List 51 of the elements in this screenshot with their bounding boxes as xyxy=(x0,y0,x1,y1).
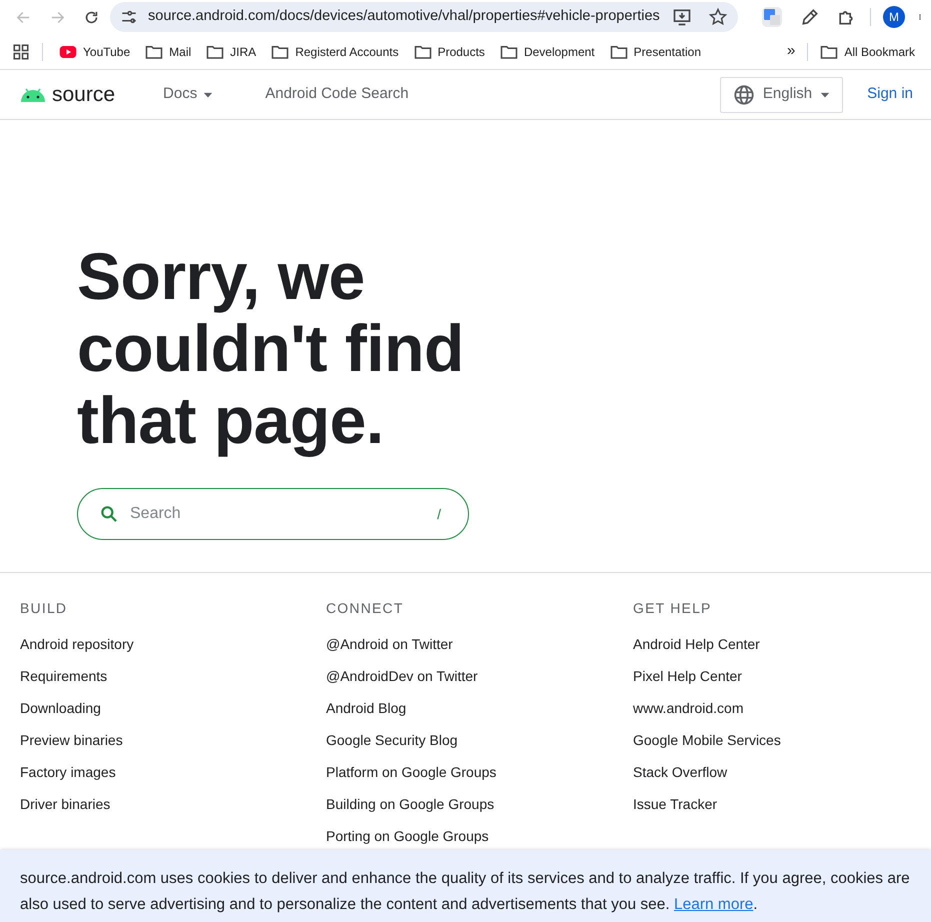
footer-link[interactable]: Factory images xyxy=(20,763,326,781)
all-bookmarks-button[interactable]: All Bookmark xyxy=(816,40,919,62)
footer-link[interactable]: Google Security Blog xyxy=(326,731,633,749)
footer-heading: BUILD xyxy=(20,599,68,618)
footer-link[interactable]: Porting on Google Groups xyxy=(326,827,633,845)
footer-link[interactable]: Requirements xyxy=(20,667,326,685)
bookmark[interactable]: Development xyxy=(496,40,599,62)
bookmarks-overflow-button[interactable]: » xyxy=(782,38,800,65)
footer-link[interactable]: @AndroidDev on Twitter xyxy=(326,667,633,685)
sign-in-link[interactable]: Sign in xyxy=(867,83,913,106)
footer-link[interactable]: www.android.com xyxy=(633,699,931,717)
footer-link[interactable]: Android Help Center xyxy=(633,635,931,653)
pen-icon[interactable] xyxy=(800,7,820,27)
install-icon[interactable] xyxy=(672,7,692,27)
bookmark[interactable]: JIRA xyxy=(202,40,260,62)
language-selector[interactable]: English xyxy=(720,76,844,112)
globe-icon xyxy=(732,84,755,106)
bookmark[interactable]: Products xyxy=(410,40,489,62)
nav-link[interactable]: Docs xyxy=(163,83,214,106)
nav-link[interactable]: Android Code Search xyxy=(265,83,409,106)
site-settings-icon[interactable] xyxy=(120,8,138,26)
footer-link[interactable]: Android repository xyxy=(20,635,326,653)
url-text[interactable]: source.android.com/docs/devices/automotive/vhal/properties#vehicle-properties xyxy=(148,6,662,28)
cookie-notice-text: source.android.com uses cookies to deliver and enhance the quality of its services and to analyze traffic. If you agree, cookies are also used to serve advertising and to personalize the content and advertisements that you see. Learn more. xyxy=(20,869,911,915)
site-logo-text[interactable]: source xyxy=(52,78,116,110)
bookmark[interactable]: Mail xyxy=(141,40,196,62)
footer-link[interactable]: Google Mobile Services xyxy=(633,731,931,749)
apps-grid-icon[interactable] xyxy=(12,42,30,60)
footer-heading: GET HELP xyxy=(633,599,713,618)
footer-heading: CONNECT xyxy=(326,599,405,618)
footer-link[interactable]: Android Blog xyxy=(326,699,633,717)
footer-link[interactable]: Preview binaries xyxy=(20,731,326,749)
address-bar[interactable]: source.android.com/docs/devices/automotive/vhal/properties#vehicle-properties xyxy=(110,2,738,32)
footer-link[interactable]: Stack Overflow xyxy=(633,763,931,781)
bookmark[interactable]: YouTube xyxy=(55,40,134,62)
footer-link[interactable]: Platform on Google Groups xyxy=(326,763,633,781)
footer-link[interactable]: Pixel Help Center xyxy=(633,667,931,685)
bookmark[interactable]: Presentation xyxy=(606,40,706,62)
footer-link[interactable]: @Android on Twitter xyxy=(326,635,633,653)
footer-link[interactable]: Issue Tracker xyxy=(633,795,931,813)
profile-avatar[interactable]: M xyxy=(883,6,905,28)
android-logo-icon[interactable] xyxy=(20,86,46,102)
search-icon[interactable] xyxy=(99,504,119,524)
star-icon[interactable] xyxy=(708,7,728,27)
footer-link[interactable]: Driver binaries xyxy=(20,795,326,813)
bookmark[interactable]: Registerd Accounts xyxy=(267,40,403,62)
learn-more-link[interactable]: Learn more xyxy=(674,896,754,913)
footer-link[interactable]: Downloading xyxy=(20,699,326,717)
error-heading: Sorry, we couldn't find that page. xyxy=(77,240,465,456)
keyboard-shortcut-hint: / xyxy=(437,505,441,524)
footer-link[interactable]: Building on Google Groups xyxy=(326,795,633,813)
